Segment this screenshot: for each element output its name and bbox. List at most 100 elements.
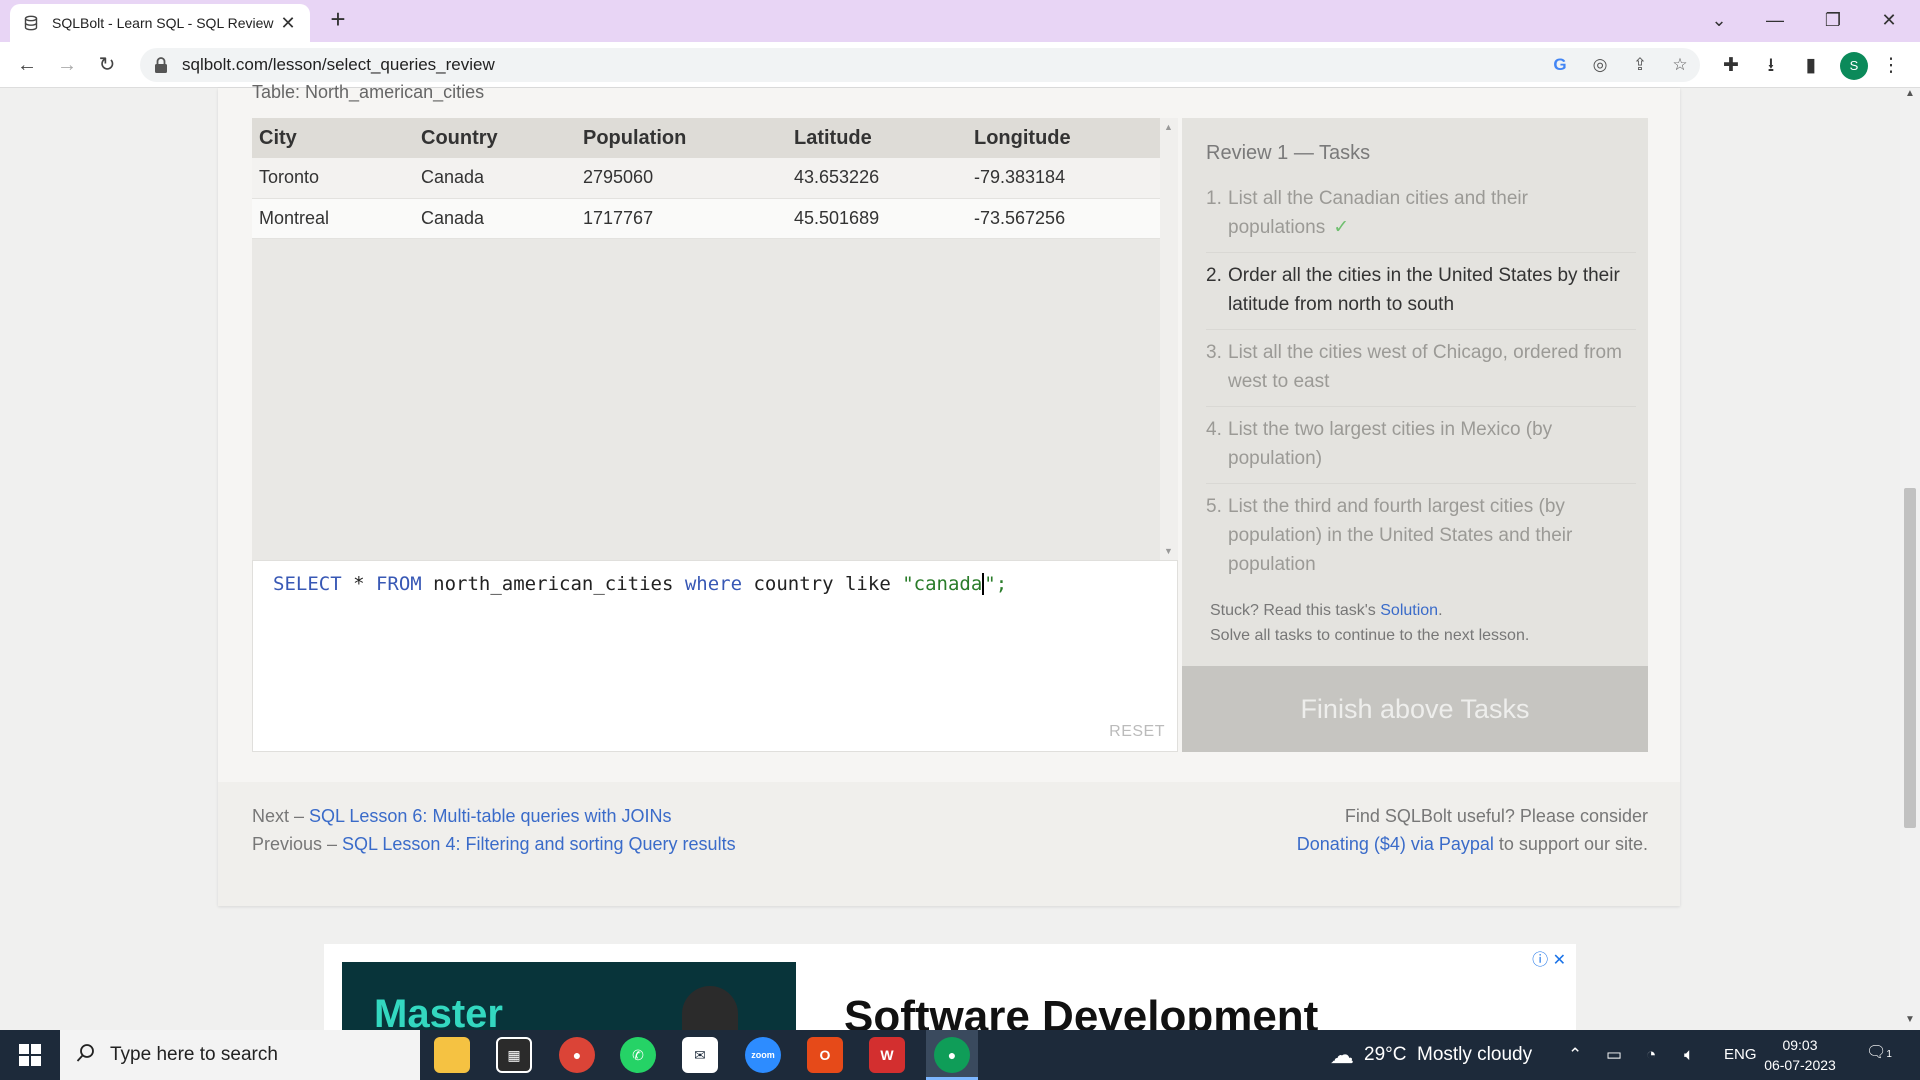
previous-prefix: Previous –	[252, 834, 343, 854]
task-text: List all the Canadian cities and their p…	[1228, 184, 1636, 242]
task-number: 2.	[1206, 265, 1222, 286]
sql-query-editor[interactable]: SELECT * FROM north_american_cities wher…	[252, 560, 1178, 752]
minimize-icon[interactable]: —	[1752, 4, 1798, 36]
battery-icon[interactable]: ▭	[1606, 1030, 1622, 1080]
microsoft-store-icon[interactable]: ▦	[496, 1037, 532, 1073]
ad-image-text: Master	[374, 992, 503, 1030]
reset-button[interactable]: RESET	[1109, 723, 1165, 741]
solution-link[interactable]: Solution	[1380, 602, 1438, 619]
bookmark-star-icon[interactable]: ☆	[1660, 55, 1700, 75]
lock-icon	[154, 57, 170, 73]
address-bar[interactable]: sqlbolt.com/lesson/select_queries_review…	[140, 48, 1700, 82]
window-close-icon[interactable]: ✕	[1866, 4, 1912, 36]
reload-icon[interactable]: ↻	[92, 50, 122, 80]
table-cell: Canada	[414, 198, 576, 239]
chevron-up-icon[interactable]: ⌃	[1568, 1030, 1582, 1080]
query-results-panel: City Country Population Latitude Longitu…	[252, 118, 1178, 560]
windows-start-icon[interactable]	[0, 1030, 60, 1080]
table-cell: 45.501689	[787, 198, 967, 239]
download-icon[interactable]: ⭳	[1756, 52, 1786, 80]
table-cell: -79.383184	[967, 158, 1160, 199]
ad-image[interactable]: Master	[342, 962, 796, 1030]
scrollbar-thumb[interactable]	[1904, 488, 1916, 828]
share-icon[interactable]: ⇪	[1620, 55, 1660, 75]
solve-all-note: Solve all tasks to continue to the next …	[1210, 627, 1530, 644]
table-header-row: City Country Population Latitude Longitu…	[252, 118, 1160, 158]
back-arrow-icon[interactable]: ←	[12, 50, 42, 80]
side-panel-icon[interactable]: ▮	[1796, 52, 1826, 80]
clock-date: 06-07-2023	[1764, 1057, 1836, 1073]
file-explorer-icon[interactable]	[434, 1037, 470, 1073]
column-header: Country	[414, 118, 576, 158]
tasks-panel: Review 1 — Tasks 1. List all the Canadian…	[1182, 118, 1648, 752]
clock-time: 09:03	[1782, 1037, 1818, 1053]
table-cell: Toronto	[252, 158, 414, 199]
page-scrollbar[interactable]: ▲ ▼	[1900, 88, 1920, 1030]
task-text: List the two largest cities in Mexico (b…	[1228, 419, 1553, 469]
eye-off-icon[interactable]: ◎	[1580, 55, 1620, 75]
previous-lesson-link[interactable]: SQL Lesson 4: Filtering and sorting Quer…	[342, 834, 736, 854]
chrome-icon[interactable]: ●	[559, 1037, 595, 1073]
ad-person-image	[682, 986, 738, 1030]
results-table: City Country Population Latitude Longitu…	[252, 118, 1160, 239]
table-cell: Canada	[414, 158, 576, 199]
query-token: country like	[742, 573, 903, 595]
tab-close-icon[interactable]: ✕	[278, 13, 298, 34]
scroll-down-arrow-icon[interactable]: ▼	[1164, 546, 1173, 556]
query-token: ";	[984, 573, 1008, 595]
task-text: List all the cities west of Chicago, ord…	[1228, 342, 1622, 392]
weather-widget[interactable]: ☁ 29°C Mostly cloudy	[1330, 1030, 1532, 1080]
keyword-from: FROM	[375, 573, 422, 595]
tab-search-chevron-icon[interactable]: ⌄	[1696, 4, 1742, 36]
clock[interactable]: 09:03 06-07-2023	[1760, 1035, 1840, 1075]
zoom-icon[interactable]: zoom	[745, 1037, 781, 1073]
stuck-suffix: .	[1438, 602, 1443, 619]
task-number: 3.	[1206, 342, 1222, 363]
column-header: Latitude	[787, 118, 967, 158]
donate-link[interactable]: Donating ($4) via Paypal	[1297, 834, 1494, 854]
whatsapp-icon[interactable]: ✆	[620, 1037, 656, 1073]
scroll-down-arrow-icon[interactable]: ▼	[1900, 1014, 1920, 1030]
new-tab-plus-icon[interactable]: +	[324, 6, 352, 34]
results-scrollbar[interactable]: ▲ ▼	[1160, 118, 1178, 560]
scroll-up-arrow-icon[interactable]: ▲	[1164, 122, 1173, 132]
browser-tab[interactable]: SQLBolt - Learn SQL - SQL Review ✕	[10, 4, 310, 42]
extensions-puzzle-icon[interactable]: ✚	[1716, 52, 1746, 80]
advertisement-banner[interactable]: Master Software Development ⓘ ✕	[324, 944, 1576, 1030]
task-text: Order all the cities in the United State…	[1228, 265, 1620, 315]
task-text: List the third and fourth largest cities…	[1228, 496, 1573, 575]
table-row: Montreal Canada 1717767 45.501689 -73.56…	[252, 198, 1160, 239]
next-lesson-link[interactable]: SQL Lesson 6: Multi-table queries with J…	[309, 806, 672, 826]
profile-avatar[interactable]: S	[1840, 52, 1868, 80]
wifi-icon[interactable]: ◔	[1646, 1030, 1656, 1080]
wps-office-icon[interactable]: W	[869, 1037, 905, 1073]
language-indicator[interactable]: ENG	[1724, 1030, 1757, 1080]
scroll-up-arrow-icon[interactable]: ▲	[1900, 88, 1920, 104]
url-text: sqlbolt.com/lesson/select_queries_review	[182, 55, 495, 74]
task-item: 1. List all the Canadian cities and their…	[1206, 184, 1636, 253]
check-icon: ✓	[1333, 217, 1350, 238]
finish-tasks-button[interactable]: Finish above Tasks	[1182, 666, 1648, 752]
search-placeholder: Type here to search	[110, 1044, 278, 1065]
chrome-active-taskbar-button[interactable]: ●	[926, 1030, 978, 1080]
volume-icon[interactable]: 🔈︎	[1684, 1030, 1694, 1080]
task-item: 5. List the third and fourth largest citi…	[1206, 492, 1636, 589]
mail-icon[interactable]: ✉	[682, 1037, 718, 1073]
google-icon[interactable]: G	[1540, 55, 1580, 75]
taskbar-search-box[interactable]: Type here to search	[60, 1030, 420, 1080]
office-icon[interactable]: O	[807, 1037, 843, 1073]
menu-kebab-icon[interactable]: ⋮	[1876, 52, 1906, 80]
forward-arrow-icon[interactable]: →	[52, 50, 82, 80]
ad-info-icon[interactable]: ⓘ	[1532, 952, 1548, 969]
stuck-help-text: Stuck? Read this task's Solution. Solve …	[1210, 598, 1529, 648]
ad-close-icon[interactable]: ✕	[1553, 952, 1566, 969]
restore-icon[interactable]: ❐	[1810, 4, 1856, 36]
query-text[interactable]: SELECT * FROM north_american_cities wher…	[273, 573, 1007, 595]
tasks-heading: Review 1 — Tasks	[1206, 142, 1371, 164]
ad-headline[interactable]: Software Development	[844, 992, 1318, 1030]
notification-center-icon[interactable]: 🗨︎1	[1866, 1042, 1892, 1066]
keyword-where: where	[684, 573, 743, 595]
ad-choices-icons[interactable]: ⓘ ✕	[1532, 946, 1566, 970]
query-string: "canada	[902, 573, 983, 595]
query-token: north_american_cities	[421, 573, 685, 595]
